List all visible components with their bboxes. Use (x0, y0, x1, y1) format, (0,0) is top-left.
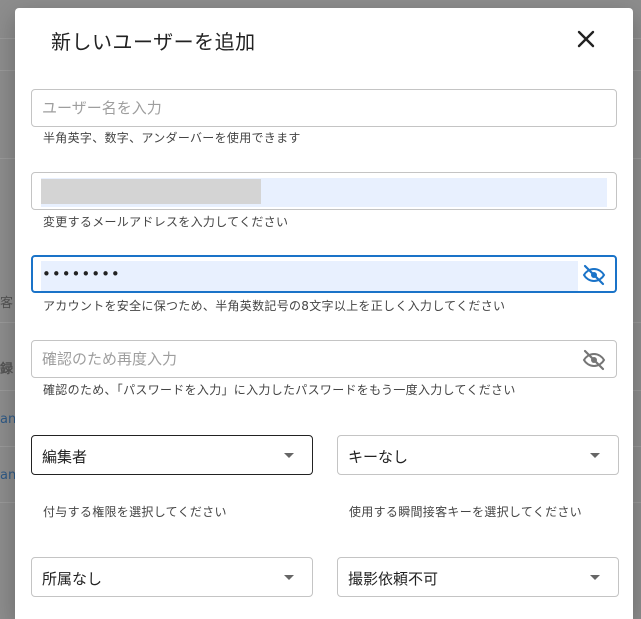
username-field[interactable] (31, 89, 617, 127)
password-field[interactable] (31, 255, 617, 293)
username-input[interactable] (42, 90, 572, 126)
dialog-title: 新しいユーザーを追加 (51, 30, 256, 54)
caret-down-icon (284, 575, 294, 580)
shoot-request-select[interactable]: 撮影依頼不可 (337, 557, 619, 597)
add-user-dialog: 新しいユーザーを追加 半角英字、数字、アンダーバーを使用できます 変更するメール… (15, 8, 633, 619)
password-confirm-input[interactable] (42, 341, 572, 377)
caret-down-icon (590, 575, 600, 580)
shoot-request-select-value: 撮影依頼不可 (348, 570, 439, 588)
password-helper: アカウントを安全に保つため、半角英数記号の8文字以上を正しく入力してください (43, 299, 506, 313)
email-helper: 変更するメールアドレスを入力してください (43, 215, 289, 229)
close-icon (577, 30, 595, 48)
affiliation-select[interactable]: 所属なし (31, 557, 313, 597)
username-helper: 半角英字、数字、アンダーバーを使用できます (43, 131, 301, 145)
role-select[interactable]: 編集者 (31, 435, 313, 475)
bg-link-fragment: an (0, 412, 17, 427)
role-helper: 付与する権限を選択してください (43, 505, 227, 519)
role-select-value: 編集者 (42, 448, 88, 466)
affiliation-select-value: 所属なし (42, 570, 103, 588)
caret-down-icon (590, 453, 600, 458)
instant-key-select-value: キーなし (348, 448, 409, 466)
instant-key-helper: 使用する瞬間接客キーを選択してください (349, 505, 582, 519)
bg-text-fragment: 客 (0, 296, 14, 311)
eye-slash-icon[interactable] (582, 263, 606, 287)
bg-link-fragment: an (0, 468, 17, 483)
bg-text-fragment: 録 (0, 362, 14, 377)
password-input[interactable] (42, 257, 572, 291)
eye-slash-icon[interactable] (582, 348, 606, 372)
instant-key-select[interactable]: キーなし (337, 435, 619, 475)
password-confirm-field[interactable] (31, 340, 617, 378)
password-confirm-helper: 確認のため、「パスワードを入力」に入力したパスワードをもう一度入力してください (43, 383, 516, 397)
email-field[interactable] (31, 172, 617, 210)
caret-down-icon (284, 453, 294, 458)
close-button[interactable] (571, 24, 601, 54)
email-input[interactable] (42, 173, 572, 209)
